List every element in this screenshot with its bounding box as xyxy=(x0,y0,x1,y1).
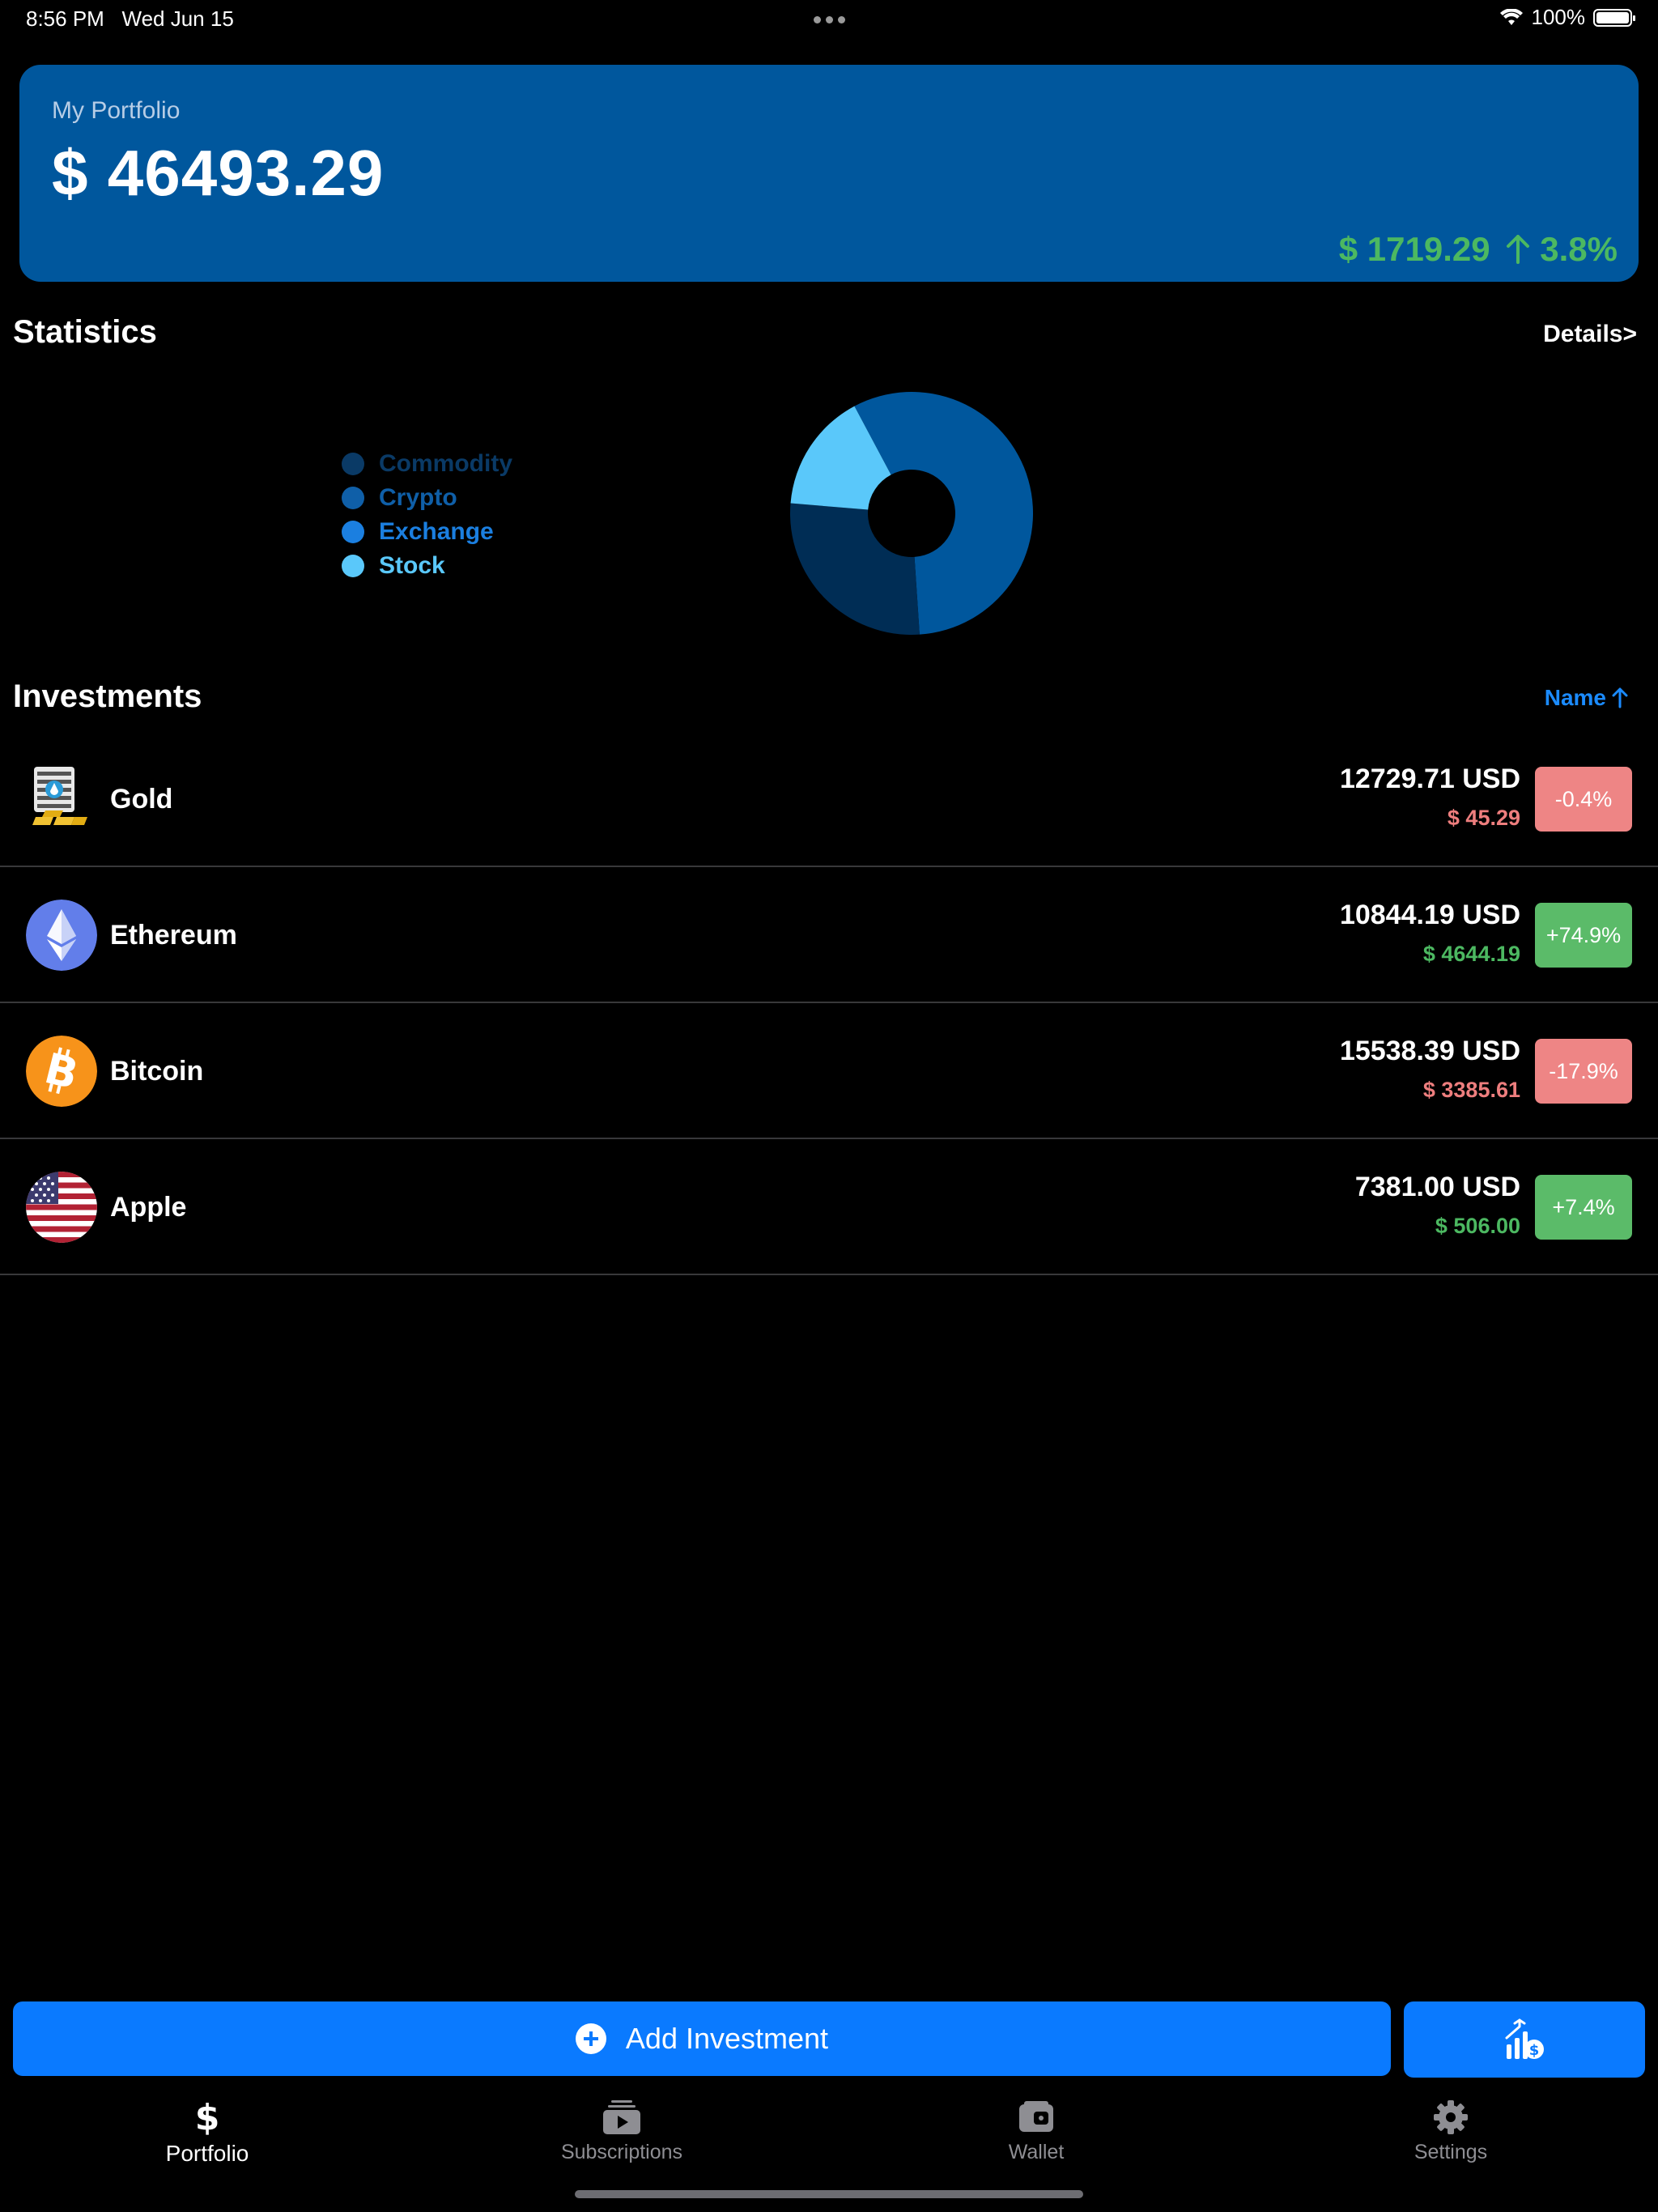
wallet-icon xyxy=(1019,2097,1053,2138)
tab-bar: $ Portfolio Subscriptions Wallet Setting… xyxy=(0,2097,1658,2186)
arrow-up-icon xyxy=(1506,235,1529,264)
sort-label: Name xyxy=(1544,685,1606,710)
ethereum-icon xyxy=(26,900,97,971)
wifi-icon xyxy=(1499,8,1523,25)
details-link[interactable]: Details> xyxy=(1543,321,1637,348)
chart-legend: Commodity Crypto Exchange Stock xyxy=(342,447,512,583)
gold-bars-icon xyxy=(26,764,97,835)
investment-name: Ethereum xyxy=(110,919,237,951)
portfolio-change-amount: $ 1719.29 xyxy=(1338,230,1490,268)
battery-percent: 100% xyxy=(1531,5,1586,29)
chart-dollar-icon: $ xyxy=(1505,2018,1544,2059)
investment-change: $ 3385.61 xyxy=(1422,1078,1520,1102)
investment-name: Apple xyxy=(110,1191,187,1223)
legend-dot-stock xyxy=(342,555,364,577)
sort-by-name-button[interactable]: Name xyxy=(1545,685,1629,711)
portfolio-change: $ 1719.29 3.8% xyxy=(1339,230,1618,269)
add-investment-button[interactable]: Add Investment xyxy=(13,2001,1391,2076)
investment-percent-badge: +74.9% xyxy=(1535,903,1632,968)
battery-icon xyxy=(1593,8,1635,27)
legend-item: Crypto xyxy=(342,481,512,515)
portfolio-card[interactable]: My Portfolio $ 46493.29 $ 1719.29 3.8% xyxy=(19,65,1639,282)
legend-label: Exchange xyxy=(379,518,494,545)
us-flag-icon xyxy=(26,1172,97,1243)
status-date: Wed Jun 15 xyxy=(121,6,234,31)
investment-amount: 7381.00 USD xyxy=(1354,1172,1520,1202)
subscriptions-icon xyxy=(603,2097,640,2138)
tab-subscriptions[interactable]: Subscriptions xyxy=(525,2097,719,2164)
add-investment-label: Add Investment xyxy=(625,2022,829,2055)
investment-percent-badge: +7.4% xyxy=(1535,1175,1632,1240)
investment-amount: 15538.39 USD xyxy=(1339,1036,1520,1066)
bitcoin-icon: B xyxy=(26,1036,97,1107)
investment-percent-badge: -17.9% xyxy=(1535,1039,1632,1104)
tab-label: Settings xyxy=(1414,2141,1488,2163)
investment-row-gold[interactable]: Gold 12729.71 USD $ 45.29 -0.4% xyxy=(0,731,1658,867)
arrow-up-icon xyxy=(1612,687,1628,708)
investment-amount: 12729.71 USD xyxy=(1339,764,1520,794)
gear-icon xyxy=(1433,2097,1469,2138)
status-bar: 8:56 PM Wed Jun 15 100% xyxy=(0,0,1658,39)
investment-row-ethereum[interactable]: Ethereum 10844.19 USD $ 4644.19 +74.9% xyxy=(0,867,1658,1003)
legend-item: Exchange xyxy=(342,515,512,549)
investment-growth-button[interactable]: $ xyxy=(1404,2001,1645,2078)
investment-change: $ 506.00 xyxy=(1435,1214,1520,1238)
legend-label: Stock xyxy=(379,552,445,579)
portfolio-change-percent-wrap: 3.8% xyxy=(1505,230,1618,269)
investment-name: Gold xyxy=(110,783,173,815)
legend-item: Stock xyxy=(342,549,512,583)
tab-portfolio[interactable]: $ Portfolio xyxy=(110,2097,304,2167)
investment-percent-badge: -0.4% xyxy=(1535,767,1632,832)
legend-dot-commodity xyxy=(342,453,364,475)
dollar-icon: $ xyxy=(194,2096,220,2138)
statistics-title: Statistics xyxy=(13,314,157,350)
multitasking-dots-icon[interactable] xyxy=(810,8,848,31)
portfolio-total: $ 46493.29 xyxy=(52,137,385,209)
tab-label: Subscriptions xyxy=(560,2141,683,2163)
investment-change: $ 4644.19 xyxy=(1422,942,1520,966)
status-time: 8:56 PM Wed Jun 15 xyxy=(26,6,234,32)
investment-change: $ 45.29 xyxy=(1447,806,1520,830)
legend-label: Commodity xyxy=(379,450,512,477)
tab-label: Portfolio xyxy=(165,2141,249,2166)
legend-dot-exchange xyxy=(342,521,364,543)
legend-item: Commodity xyxy=(342,447,512,481)
plus-circle-icon xyxy=(575,2023,606,2054)
portfolio-change-percent: 3.8% xyxy=(1540,230,1618,268)
portfolio-label: My Portfolio xyxy=(52,97,181,124)
investment-row-bitcoin[interactable]: B Bitcoin 15538.39 USD $ 3385.61 -17.9% xyxy=(0,1003,1658,1139)
legend-label: Crypto xyxy=(379,484,457,511)
investment-amount: 10844.19 USD xyxy=(1339,900,1520,930)
investment-name: Bitcoin xyxy=(110,1055,204,1087)
tab-settings[interactable]: Settings xyxy=(1354,2097,1548,2164)
investments-title: Investments xyxy=(13,678,202,714)
tab-wallet[interactable]: Wallet xyxy=(939,2097,1133,2164)
legend-dot-crypto xyxy=(342,487,364,509)
investment-row-apple[interactable]: Apple 7381.00 USD $ 506.00 +7.4% xyxy=(0,1139,1658,1275)
status-right: 100% xyxy=(1499,5,1635,30)
home-indicator xyxy=(575,2190,1083,2198)
allocation-donut-chart[interactable] xyxy=(790,392,1033,635)
donut-slice-commodity[interactable] xyxy=(790,503,920,635)
status-clock: 8:56 PM xyxy=(26,6,104,31)
svg-text:$: $ xyxy=(1529,2042,1540,2059)
tab-label: Wallet xyxy=(1008,2141,1065,2163)
